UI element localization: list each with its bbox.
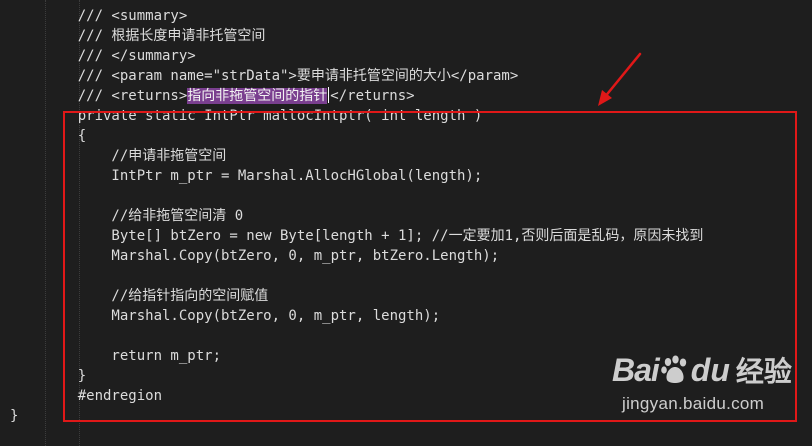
watermark-brand-cn: 经验 — [735, 355, 792, 388]
paw-icon — [660, 355, 686, 383]
code-line[interactable]: return m_ptr; — [44, 346, 221, 366]
code-line[interactable]: } — [44, 366, 86, 386]
code-line[interactable]: { — [44, 126, 86, 146]
baidu-jingyan-watermark: Bai du 经验 jingyan.baidu.com — [612, 350, 808, 430]
code-line[interactable]: //给非拖管空间清 0 — [44, 206, 243, 226]
code-line[interactable]: IntPtr m_ptr = Marshal.AllocHGlobal(leng… — [44, 166, 482, 186]
code-line[interactable]: /// <summary> — [44, 6, 188, 26]
code-line[interactable]: /// 根据长度申请非托管空间 — [44, 26, 266, 46]
code-line[interactable]: /// </summary> — [44, 46, 196, 66]
annotation-arrow-icon — [598, 52, 642, 106]
code-line[interactable]: Marshal.Copy(btZero, 0, m_ptr, length); — [44, 306, 440, 326]
watermark-brand-bai: Bai — [612, 351, 660, 388]
watermark-url: jingyan.baidu.com — [622, 394, 765, 413]
code-line[interactable]: //申请非拖管空间 — [44, 146, 226, 166]
code-editor[interactable]: /// <summary> /// 根据长度申请非托管空间 /// </summ… — [0, 0, 812, 446]
selected-text[interactable]: 指向非拖管空间的指针 — [187, 88, 328, 104]
code-line[interactable]: } — [10, 406, 18, 426]
code-line[interactable]: private static IntPtr mallocIntptr( int … — [44, 106, 483, 126]
code-line[interactable]: /// <param name="strData">要申请非托管空间的大小</p… — [44, 66, 519, 86]
code-line[interactable]: #endregion — [44, 386, 162, 406]
returns-close-tag: </returns> — [330, 88, 415, 104]
code-line[interactable]: Marshal.Copy(btZero, 0, m_ptr, btZero.Le… — [44, 246, 499, 266]
code-line-returns[interactable]: /// <returns>指向非拖管空间的指针 </returns> — [44, 86, 415, 106]
watermark-logo: Bai du 经验 — [612, 350, 808, 390]
code-line[interactable]: Byte[] btZero = new Byte[length + 1]; //… — [44, 226, 703, 246]
returns-open-tag: /// <returns> — [44, 88, 188, 104]
code-line[interactable]: //给指针指向的空间赋值 — [44, 286, 268, 306]
watermark-brand-du: du — [690, 351, 730, 388]
